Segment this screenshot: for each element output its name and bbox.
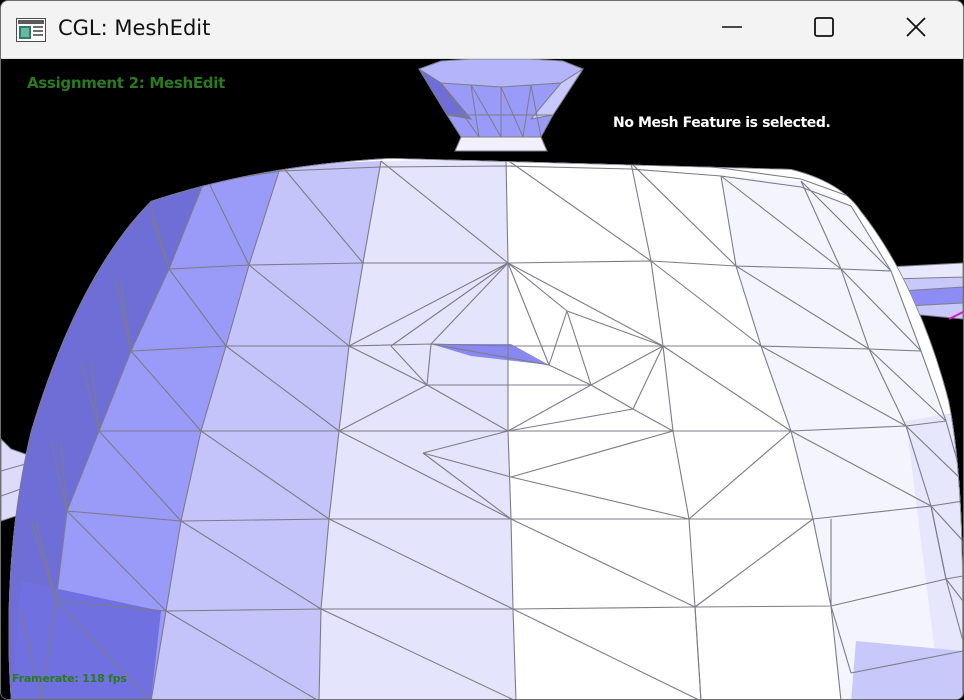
- application-window: CGL: MeshEdit Assignment 2: MeshEdit No …: [0, 0, 964, 700]
- render-viewport[interactable]: Assignment 2: MeshEdit No Mesh Feature i…: [1, 59, 963, 700]
- close-icon: [905, 16, 927, 43]
- window-title: CGL: MeshEdit: [58, 16, 211, 40]
- close-button[interactable]: [870, 1, 962, 58]
- selection-status: No Mesh Feature is selected.: [613, 115, 831, 131]
- application-icon: [16, 18, 46, 42]
- minimize-button[interactable]: [686, 1, 778, 58]
- maximize-button[interactable]: [778, 1, 870, 58]
- assignment-title: Assignment 2: MeshEdit: [27, 74, 225, 92]
- title-bar[interactable]: CGL: MeshEdit: [1, 1, 963, 59]
- teapot-mesh[interactable]: [1, 59, 963, 700]
- maximize-icon: [813, 16, 835, 43]
- lid-knob-mesh: [417, 59, 585, 152]
- minimize-icon: [721, 16, 743, 43]
- teapot-body-mesh: [8, 158, 963, 699]
- framerate-readout: Framerate: 118 fps: [12, 672, 127, 685]
